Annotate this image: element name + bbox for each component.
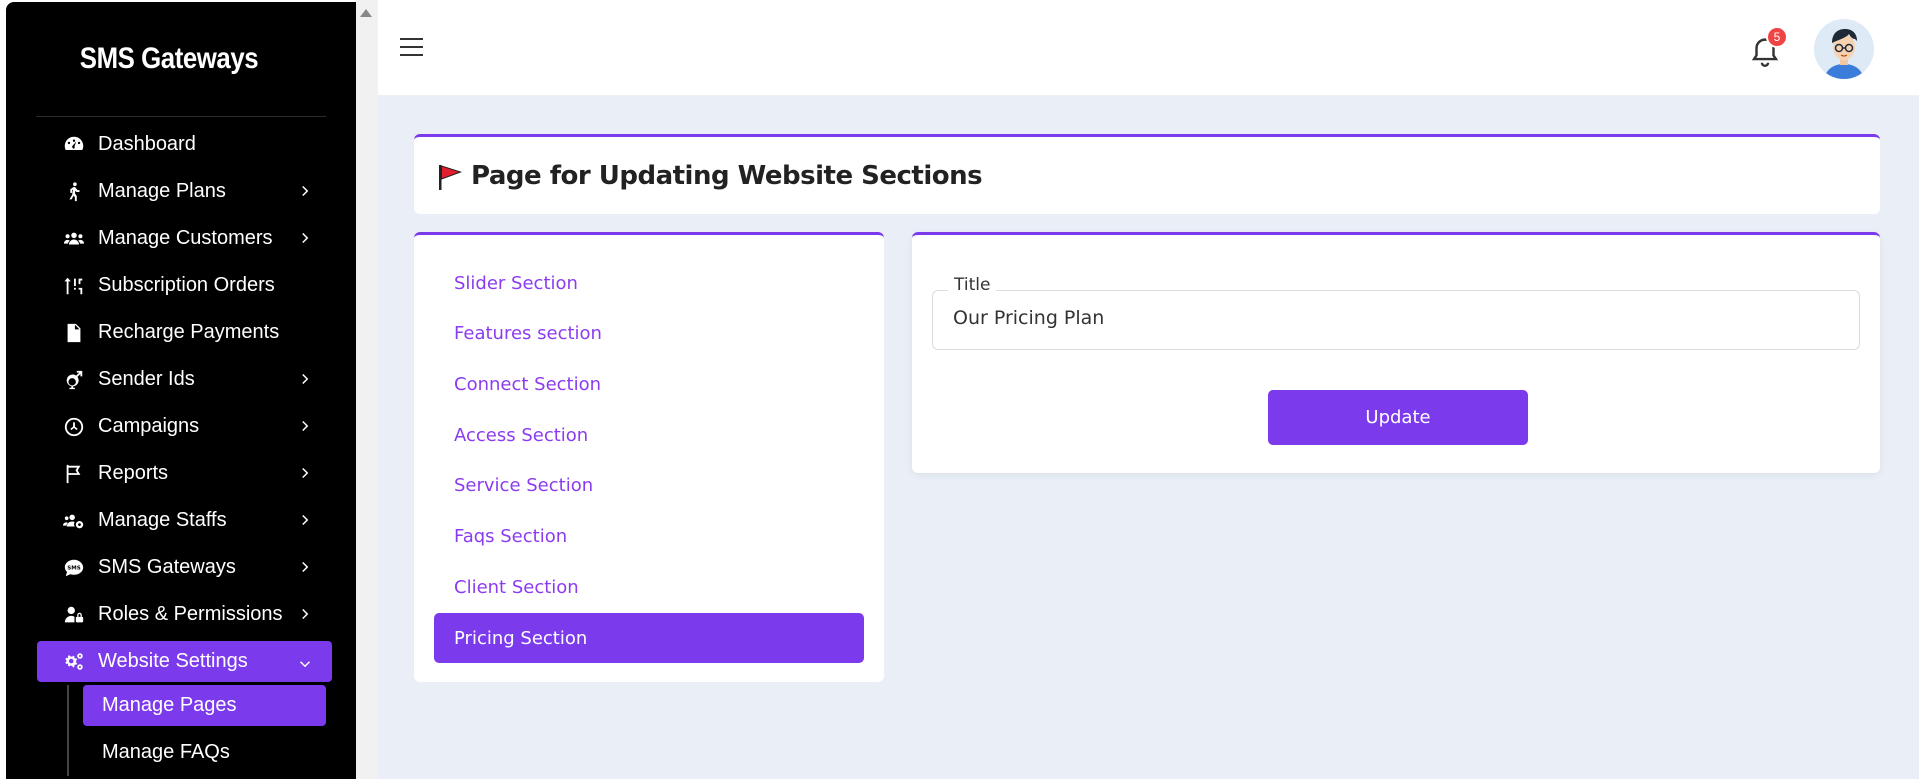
chevron-right-icon	[296, 182, 314, 200]
title-input[interactable]	[953, 307, 1833, 329]
svg-text:SMS: SMS	[67, 565, 80, 571]
walking-icon	[63, 181, 95, 203]
mars-stroke-icon	[63, 369, 95, 391]
sidebar-item-label: Manage Staffs	[98, 509, 227, 531]
sidebar-item-label: Website Settings	[98, 650, 248, 672]
sidebar-nav: Dashboard Manage Plans Manage Customers …	[37, 121, 332, 776]
section-item-client[interactable]: Client Section	[434, 562, 864, 612]
avatar[interactable]	[1814, 19, 1874, 79]
hamburger-icon[interactable]	[400, 38, 423, 58]
sms-icon: SMS	[63, 557, 95, 579]
sidebar-item-manage-customers[interactable]: Manage Customers	[37, 215, 332, 262]
sidebar: SMS Gateways Dashboard Manage Plans Mana…	[6, 2, 356, 779]
scrollbar[interactable]	[356, 0, 378, 779]
sidebar-item-label: Campaigns	[98, 415, 200, 437]
users-cog-icon	[63, 510, 95, 532]
main-content: 5 Page for Updating Website Sections Sli…	[378, 0, 1919, 779]
section-edit-form: Title Update	[912, 232, 1880, 473]
chevron-right-icon	[296, 229, 314, 247]
sidebar-item-label: Reports	[98, 462, 169, 484]
sidebar-item-dashboard[interactable]: Dashboard	[37, 121, 332, 168]
chevron-right-icon	[296, 370, 314, 388]
sidebar-item-sender-ids[interactable]: Sender Ids	[37, 356, 332, 403]
campaign-icon	[63, 416, 95, 438]
sidebar-item-manage-plans[interactable]: Manage Plans	[37, 168, 332, 215]
section-item-faqs[interactable]: Faqs Section	[434, 511, 864, 561]
section-item-slider[interactable]: Slider Section	[434, 258, 864, 308]
cogs-icon	[63, 651, 95, 673]
sidebar-item-sms-gateways[interactable]: SMS SMS Gateways	[37, 544, 332, 591]
section-item-service[interactable]: Service Section	[434, 460, 864, 510]
scroll-up-arrow-icon[interactable]	[360, 9, 372, 17]
sidebar-item-website-settings[interactable]: Website Settings	[37, 641, 332, 682]
sidebar-item-label: Manage Plans	[98, 180, 226, 202]
users-icon	[63, 228, 95, 250]
sidebar-item-campaigns[interactable]: Campaigns	[37, 403, 332, 450]
section-item-features[interactable]: Features section	[434, 308, 864, 358]
section-item-connect[interactable]: Connect Section	[434, 359, 864, 409]
update-button[interactable]: Update	[1268, 390, 1528, 445]
dashboard-icon	[63, 134, 95, 156]
notification-badge: 5	[1766, 26, 1788, 48]
page-title: Page for Updating Website Sections	[471, 161, 983, 191]
section-item-access[interactable]: Access Section	[434, 410, 864, 460]
sidebar-item-manage-staffs[interactable]: Manage Staffs	[37, 497, 332, 544]
chevron-right-icon	[296, 605, 314, 623]
user-lock-icon	[63, 604, 95, 626]
brand-title: SMS Gateways	[79, 42, 259, 75]
brand-divider	[36, 116, 326, 117]
sort-icon	[63, 275, 95, 297]
sidebar-item-recharge-payments[interactable]: Recharge Payments	[37, 309, 332, 356]
chevron-down-icon	[296, 655, 314, 673]
sidebar-subitem-manage-pages[interactable]: Manage Pages	[83, 685, 326, 726]
title-label: Title	[948, 275, 997, 295]
chevron-right-icon	[296, 511, 314, 529]
flag-outline-icon	[63, 463, 95, 485]
app-frame: SMS Gateways Dashboard Manage Plans Mana…	[0, 0, 1919, 779]
chevron-right-icon	[296, 417, 314, 435]
sidebar-item-label: Dashboard	[98, 133, 196, 155]
sidebar-item-label: Roles & Permissions	[98, 603, 283, 625]
sidebar-item-reports[interactable]: Reports	[37, 450, 332, 497]
topbar: 5	[378, 0, 1919, 96]
sidebar-item-subscription-orders[interactable]: Subscription Orders	[37, 262, 332, 309]
sidebar-item-roles-permissions[interactable]: Roles & Permissions	[37, 591, 332, 638]
page-header-card: Page for Updating Website Sections	[414, 134, 1880, 214]
section-item-pricing[interactable]: Pricing Section	[434, 613, 864, 663]
sections-list-card: Slider Section Features section Connect …	[414, 232, 884, 682]
sidebar-item-label: Manage Customers	[98, 227, 273, 249]
website-settings-submenu: Manage Pages Manage FAQs	[67, 685, 332, 776]
chevron-right-icon	[296, 558, 314, 576]
red-flag-icon	[436, 163, 464, 191]
sidebar-item-label: Subscription Orders	[98, 274, 275, 296]
sidebar-subitem-manage-faqs[interactable]: Manage FAQs	[83, 729, 326, 776]
title-field[interactable]	[932, 290, 1860, 350]
invoice-dollar-icon	[63, 322, 95, 344]
chevron-right-icon	[296, 464, 314, 482]
sidebar-item-label: SMS Gateways	[98, 556, 236, 578]
sidebar-item-label: Recharge Payments	[98, 321, 280, 343]
sidebar-item-label: Sender Ids	[98, 368, 195, 390]
